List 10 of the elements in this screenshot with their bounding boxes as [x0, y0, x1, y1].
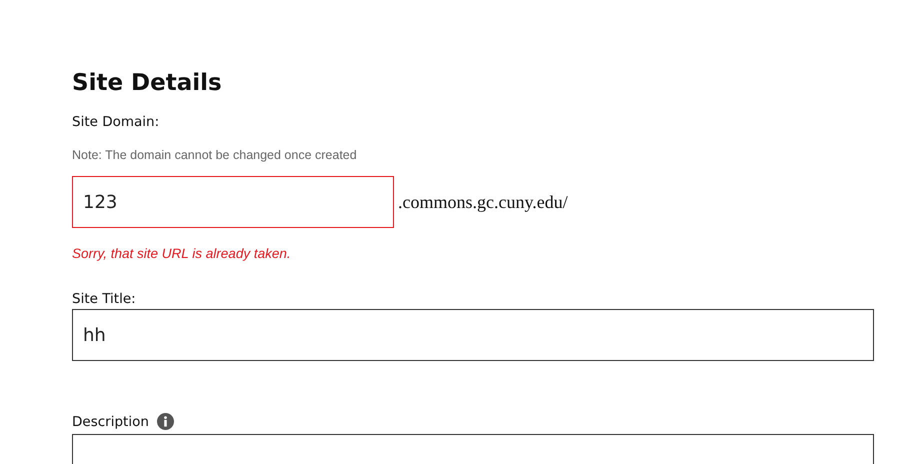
- error-message: Sorry, that site URL is already taken.: [72, 246, 292, 261]
- title-input[interactable]: hh: [72, 309, 874, 361]
- domain-input[interactable]: 123: [72, 176, 394, 228]
- domain-note: Note: The domain cannot be changed once created: [72, 148, 358, 162]
- domain-suffix: .commons.gc.cuny.edu/: [398, 192, 568, 212]
- field-label: Site Domain:: [72, 114, 160, 130]
- field-label: Site Title:: [72, 291, 137, 307]
- section-heading: Site Details: [72, 70, 223, 96]
- field-label: Description: [72, 414, 149, 430]
- info-icon[interactable]: [156, 413, 174, 430]
